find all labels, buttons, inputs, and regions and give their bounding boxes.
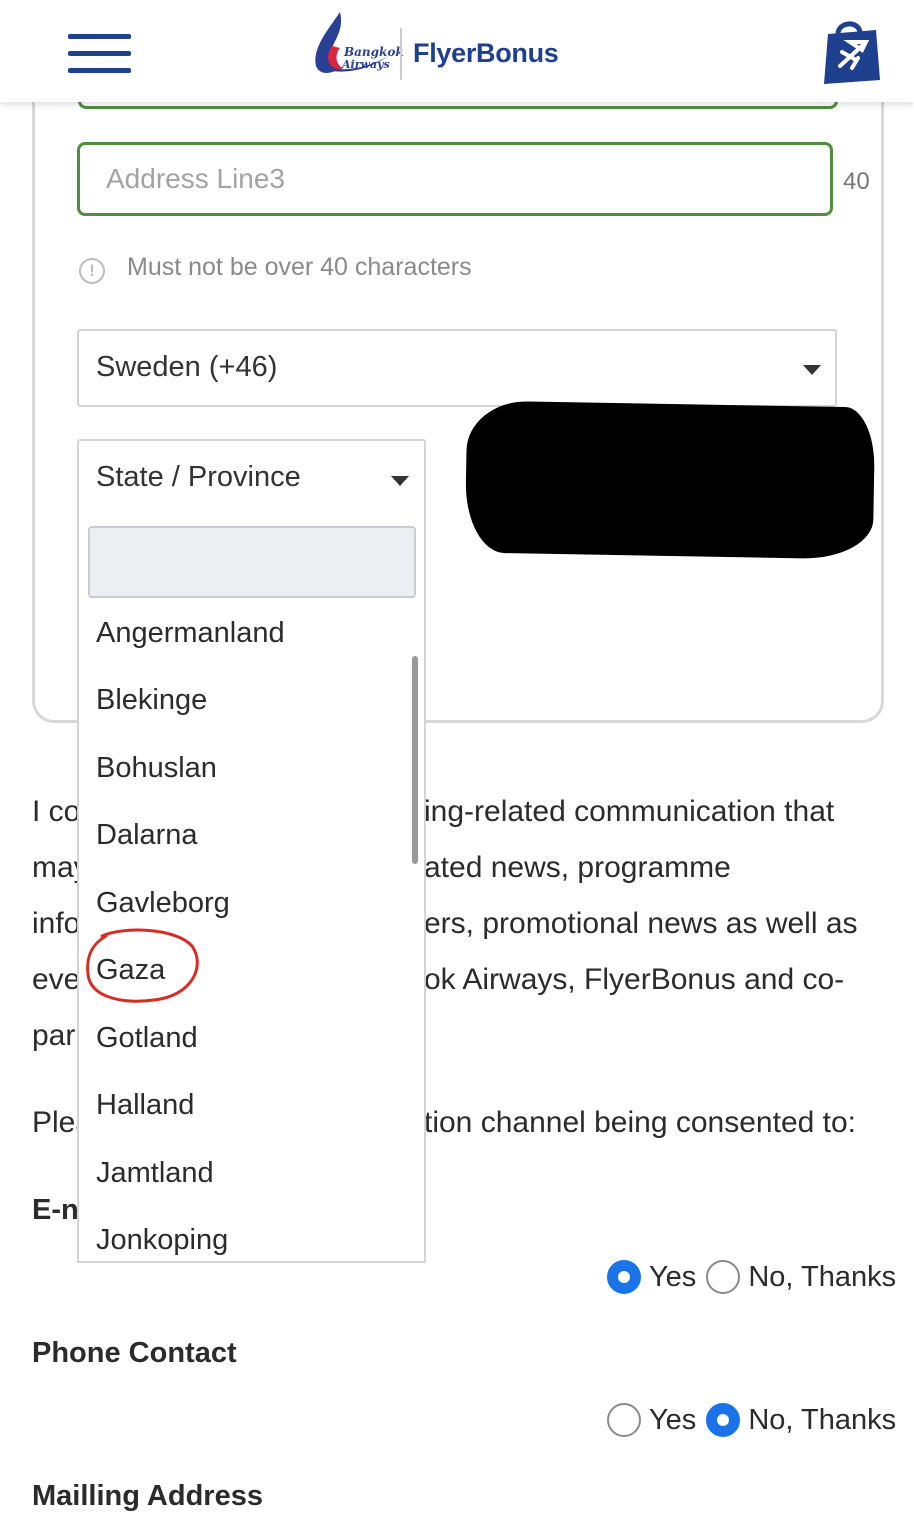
email-yes-label[interactable]: Yes	[649, 1261, 696, 1294]
dropdown-option[interactable]: Gotland	[96, 1022, 198, 1055]
info-icon: !	[79, 258, 105, 284]
phone-consent-radios: Yes No, Thanks	[607, 1403, 906, 1437]
consent-line-3-right: ers, promotional news as well as	[424, 907, 858, 940]
phone-section-title: Phone Contact	[32, 1337, 237, 1369]
country-select-value: Sweden (+46)	[96, 351, 278, 383]
mailing-section-title: Mailling Address	[32, 1480, 263, 1512]
chevron-down-icon	[391, 476, 409, 486]
state-province-select[interactable]: State / Province	[77, 439, 426, 519]
hamburger-menu-icon[interactable]	[68, 34, 131, 74]
flyerbonus-logo-text[interactable]: FlyerBonus	[413, 38, 559, 69]
hint-text: Must not be over 40 characters	[127, 253, 472, 281]
dropdown-option[interactable]: Jamtland	[96, 1157, 214, 1190]
dropdown-option[interactable]: Gavleborg	[96, 887, 230, 920]
phone-no-label[interactable]: No, Thanks	[748, 1404, 896, 1437]
shopping-bag-plane-icon[interactable]	[820, 16, 884, 86]
consent-line-1-right: ing-related communication that	[424, 795, 835, 828]
consent-line-2-right: ated news, programme	[424, 851, 731, 884]
country-code-select[interactable]: Sweden (+46)	[77, 329, 837, 407]
dropdown-option-gaza[interactable]: Gaza	[96, 954, 165, 987]
dropdown-option[interactable]: Angermanland	[96, 617, 285, 650]
dropdown-option[interactable]: Halland	[96, 1089, 194, 1122]
consent-line-4-right: ok Airways, FlyerBonus and co-	[424, 963, 845, 996]
dropdown-option[interactable]: Blekinge	[96, 684, 207, 717]
consent-line-3-left: info	[32, 907, 81, 940]
phone-yes-radio[interactable]	[607, 1403, 641, 1437]
svg-text:Bangkok: Bangkok	[343, 45, 404, 59]
dropdown-option[interactable]: Bohuslan	[96, 752, 217, 785]
email-no-radio[interactable]	[706, 1260, 741, 1294]
email-yes-radio[interactable]	[607, 1260, 641, 1294]
char-counter: 40	[843, 168, 870, 195]
address-line3-input[interactable]	[77, 142, 833, 216]
channel-line-right: tion channel being consented to:	[424, 1106, 856, 1139]
chevron-down-icon	[803, 365, 821, 375]
state-dropdown-list[interactable]: Angermanland Blekinge Bohuslan Dalarna G…	[77, 517, 426, 1263]
redaction-blot	[464, 400, 876, 560]
svg-text:Airways: Airways	[341, 58, 390, 71]
phone-no-radio[interactable]	[706, 1403, 741, 1437]
consent-line-4-left: eve	[32, 963, 81, 996]
email-no-label[interactable]: No, Thanks	[748, 1261, 896, 1294]
dropdown-scrollbar[interactable]	[412, 656, 418, 864]
consent-line-5-left: par	[32, 1019, 76, 1052]
dropdown-option[interactable]: Jonkoping	[96, 1224, 228, 1257]
state-select-value: State / Province	[96, 461, 301, 493]
email-section-title: E-n	[32, 1194, 79, 1226]
consent-line-1-left: I co	[32, 795, 81, 828]
dropdown-search-input[interactable]	[88, 526, 416, 598]
logo-divider	[400, 28, 402, 80]
email-consent-radios: Yes No, Thanks	[607, 1260, 906, 1294]
dropdown-option[interactable]: Dalarna	[96, 819, 198, 852]
phone-yes-label[interactable]: Yes	[649, 1404, 696, 1437]
app-header: Bangkok Airways FlyerBonus	[0, 0, 914, 102]
